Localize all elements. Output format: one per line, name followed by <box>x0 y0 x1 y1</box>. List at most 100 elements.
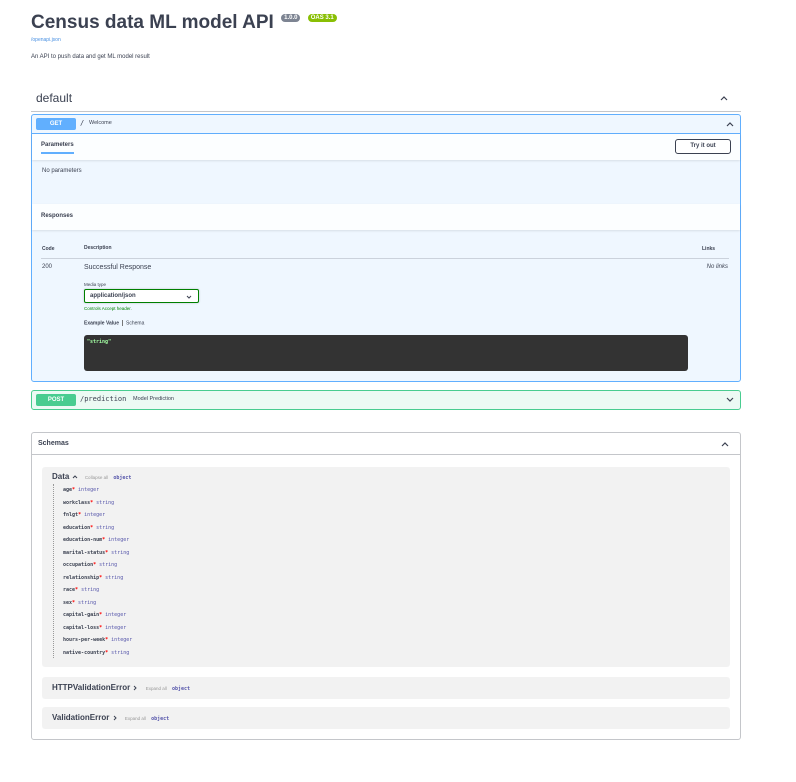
property-name: capital-loss <box>63 624 100 631</box>
schema-property: native-country* string <box>63 650 129 656</box>
model-http-validation-error-title[interactable]: HTTPValidationError Expand all object <box>52 683 190 692</box>
schema-property: education-num* integer <box>63 537 129 543</box>
response-links: No links <box>706 264 728 270</box>
model-validation-error[interactable]: ValidationError Expand all object <box>42 707 730 729</box>
example-code: "string" <box>87 339 112 345</box>
response-description: Successful Response <box>84 264 152 271</box>
required-marker: * <box>90 524 94 531</box>
expand-all-toggle[interactable]: Expand all <box>146 686 167 691</box>
property-name: hours-per-week <box>63 637 106 643</box>
model-data-properties: age* integer workclass* string fnlgt* integer… <box>53 484 253 658</box>
chevron-up-icon[interactable] <box>719 93 729 103</box>
model-http-validation-error[interactable]: HTTPValidationError Expand all object <box>42 677 730 699</box>
openapi-json-link[interactable]: /openapi.json <box>31 37 61 43</box>
example-code-block: "string" <box>84 335 688 371</box>
required-marker: * <box>72 599 76 606</box>
required-marker: * <box>105 649 109 656</box>
schema-property: capital-loss* integer <box>63 625 126 631</box>
property-name: sex <box>63 599 73 606</box>
schema-property: occupation* string <box>63 562 117 568</box>
schema-property: fnlgt* integer <box>63 512 105 518</box>
schema-property: age* integer <box>63 487 99 493</box>
collapse-all-toggle[interactable]: Collapse all <box>85 475 108 480</box>
tab-parameters[interactable]: Parameters <box>41 142 74 154</box>
no-parameters-text: No parameters <box>42 168 82 174</box>
table-divider <box>41 258 729 259</box>
chevron-right-icon <box>113 715 117 721</box>
get-operation-block: GET / Welcome Parameters Try it out No p… <box>31 114 741 382</box>
media-type-value: application/json <box>90 293 136 299</box>
api-description: An API to push data and get ML model res… <box>31 54 150 60</box>
required-marker: * <box>90 499 94 506</box>
property-type: string <box>105 574 124 581</box>
model-data: Data Collapse all object age* integer work… <box>42 467 730 667</box>
property-name: capital-gain <box>63 612 100 618</box>
schemas-header[interactable]: Schemas <box>32 433 740 455</box>
property-name: relationship <box>63 574 100 581</box>
get-operation-path: / <box>80 119 85 127</box>
schema-property: workclass* string <box>63 500 114 506</box>
post-operation-block[interactable]: POST /prediction Model Prediction <box>31 390 741 410</box>
oas-badge: OAS 3.1 <box>307 14 337 22</box>
schema-property: hours-per-week* integer <box>63 637 132 643</box>
get-method-badge: GET <box>36 118 76 130</box>
post-operation-summary-text: Model Prediction <box>133 396 174 402</box>
post-method-badge: POST <box>36 394 76 406</box>
model-data-title[interactable]: Data Collapse all object <box>52 472 131 481</box>
model-http-validation-error-name: HTTPValidationError <box>52 683 131 692</box>
property-name: age <box>63 487 73 493</box>
required-marker: * <box>72 487 76 493</box>
required-marker: * <box>99 624 103 631</box>
expand-all-toggle[interactable]: Expand all <box>125 716 146 721</box>
property-name: education <box>63 524 91 531</box>
model-data-name: Data <box>52 472 70 481</box>
property-type: integer <box>78 487 100 493</box>
example-tabs: Example Value Schema <box>84 320 144 326</box>
model-validation-error-name: ValidationError <box>52 713 110 722</box>
model-http-validation-error-type: object <box>171 686 191 692</box>
chevron-down-icon <box>186 293 192 299</box>
schema-property: education* string <box>63 525 114 531</box>
media-type-select[interactable]: application/json <box>84 289 199 303</box>
tag-default-header[interactable]: default <box>31 86 741 112</box>
schemas-section: Schemas Data Collapse all object age* int… <box>31 432 741 740</box>
chevron-up-icon[interactable] <box>720 439 730 449</box>
schema-property: sex* string <box>63 600 96 606</box>
required-marker: * <box>105 549 109 556</box>
required-marker: * <box>99 574 103 581</box>
required-marker: * <box>93 562 97 568</box>
response-code: 200 <box>42 264 53 270</box>
tab-separator <box>122 320 124 326</box>
media-type-label: Media type <box>84 282 107 287</box>
post-operation-path: /prediction <box>80 395 127 403</box>
property-type: integer <box>105 624 127 631</box>
col-code-header: Code <box>42 246 55 252</box>
tag-name: default <box>36 91 73 105</box>
property-type: integer <box>84 512 106 518</box>
schema-property: race* string <box>63 587 99 593</box>
get-operation-summary[interactable]: GET / Welcome <box>32 115 740 134</box>
required-marker: * <box>75 587 79 593</box>
tab-example-value[interactable]: Example Value <box>84 320 119 326</box>
version-badge: 1.0.0 <box>281 14 301 22</box>
property-name: occupation <box>63 562 94 568</box>
api-title-text: Census data ML model API <box>31 12 274 33</box>
chevron-down-icon[interactable] <box>725 395 735 405</box>
chevron-up-icon[interactable] <box>725 119 735 129</box>
model-data-type: object <box>113 475 132 481</box>
property-type: string <box>96 524 115 531</box>
try-it-out-button[interactable]: Try it out <box>675 139 731 154</box>
tab-schema[interactable]: Schema <box>126 320 144 326</box>
property-type: string <box>81 587 100 593</box>
responses-section-header: Responses <box>32 204 740 230</box>
property-type: string <box>78 599 97 606</box>
required-marker: * <box>102 537 106 543</box>
property-type: string <box>111 649 130 656</box>
property-type: string <box>99 562 118 568</box>
responses-title: Responses <box>41 213 74 219</box>
property-type: integer <box>108 537 130 543</box>
model-validation-error-type: object <box>151 716 170 722</box>
col-description-header: Description <box>84 245 112 251</box>
model-validation-error-title[interactable]: ValidationError Expand all object <box>52 713 169 722</box>
chevron-up-icon[interactable] <box>72 474 78 480</box>
